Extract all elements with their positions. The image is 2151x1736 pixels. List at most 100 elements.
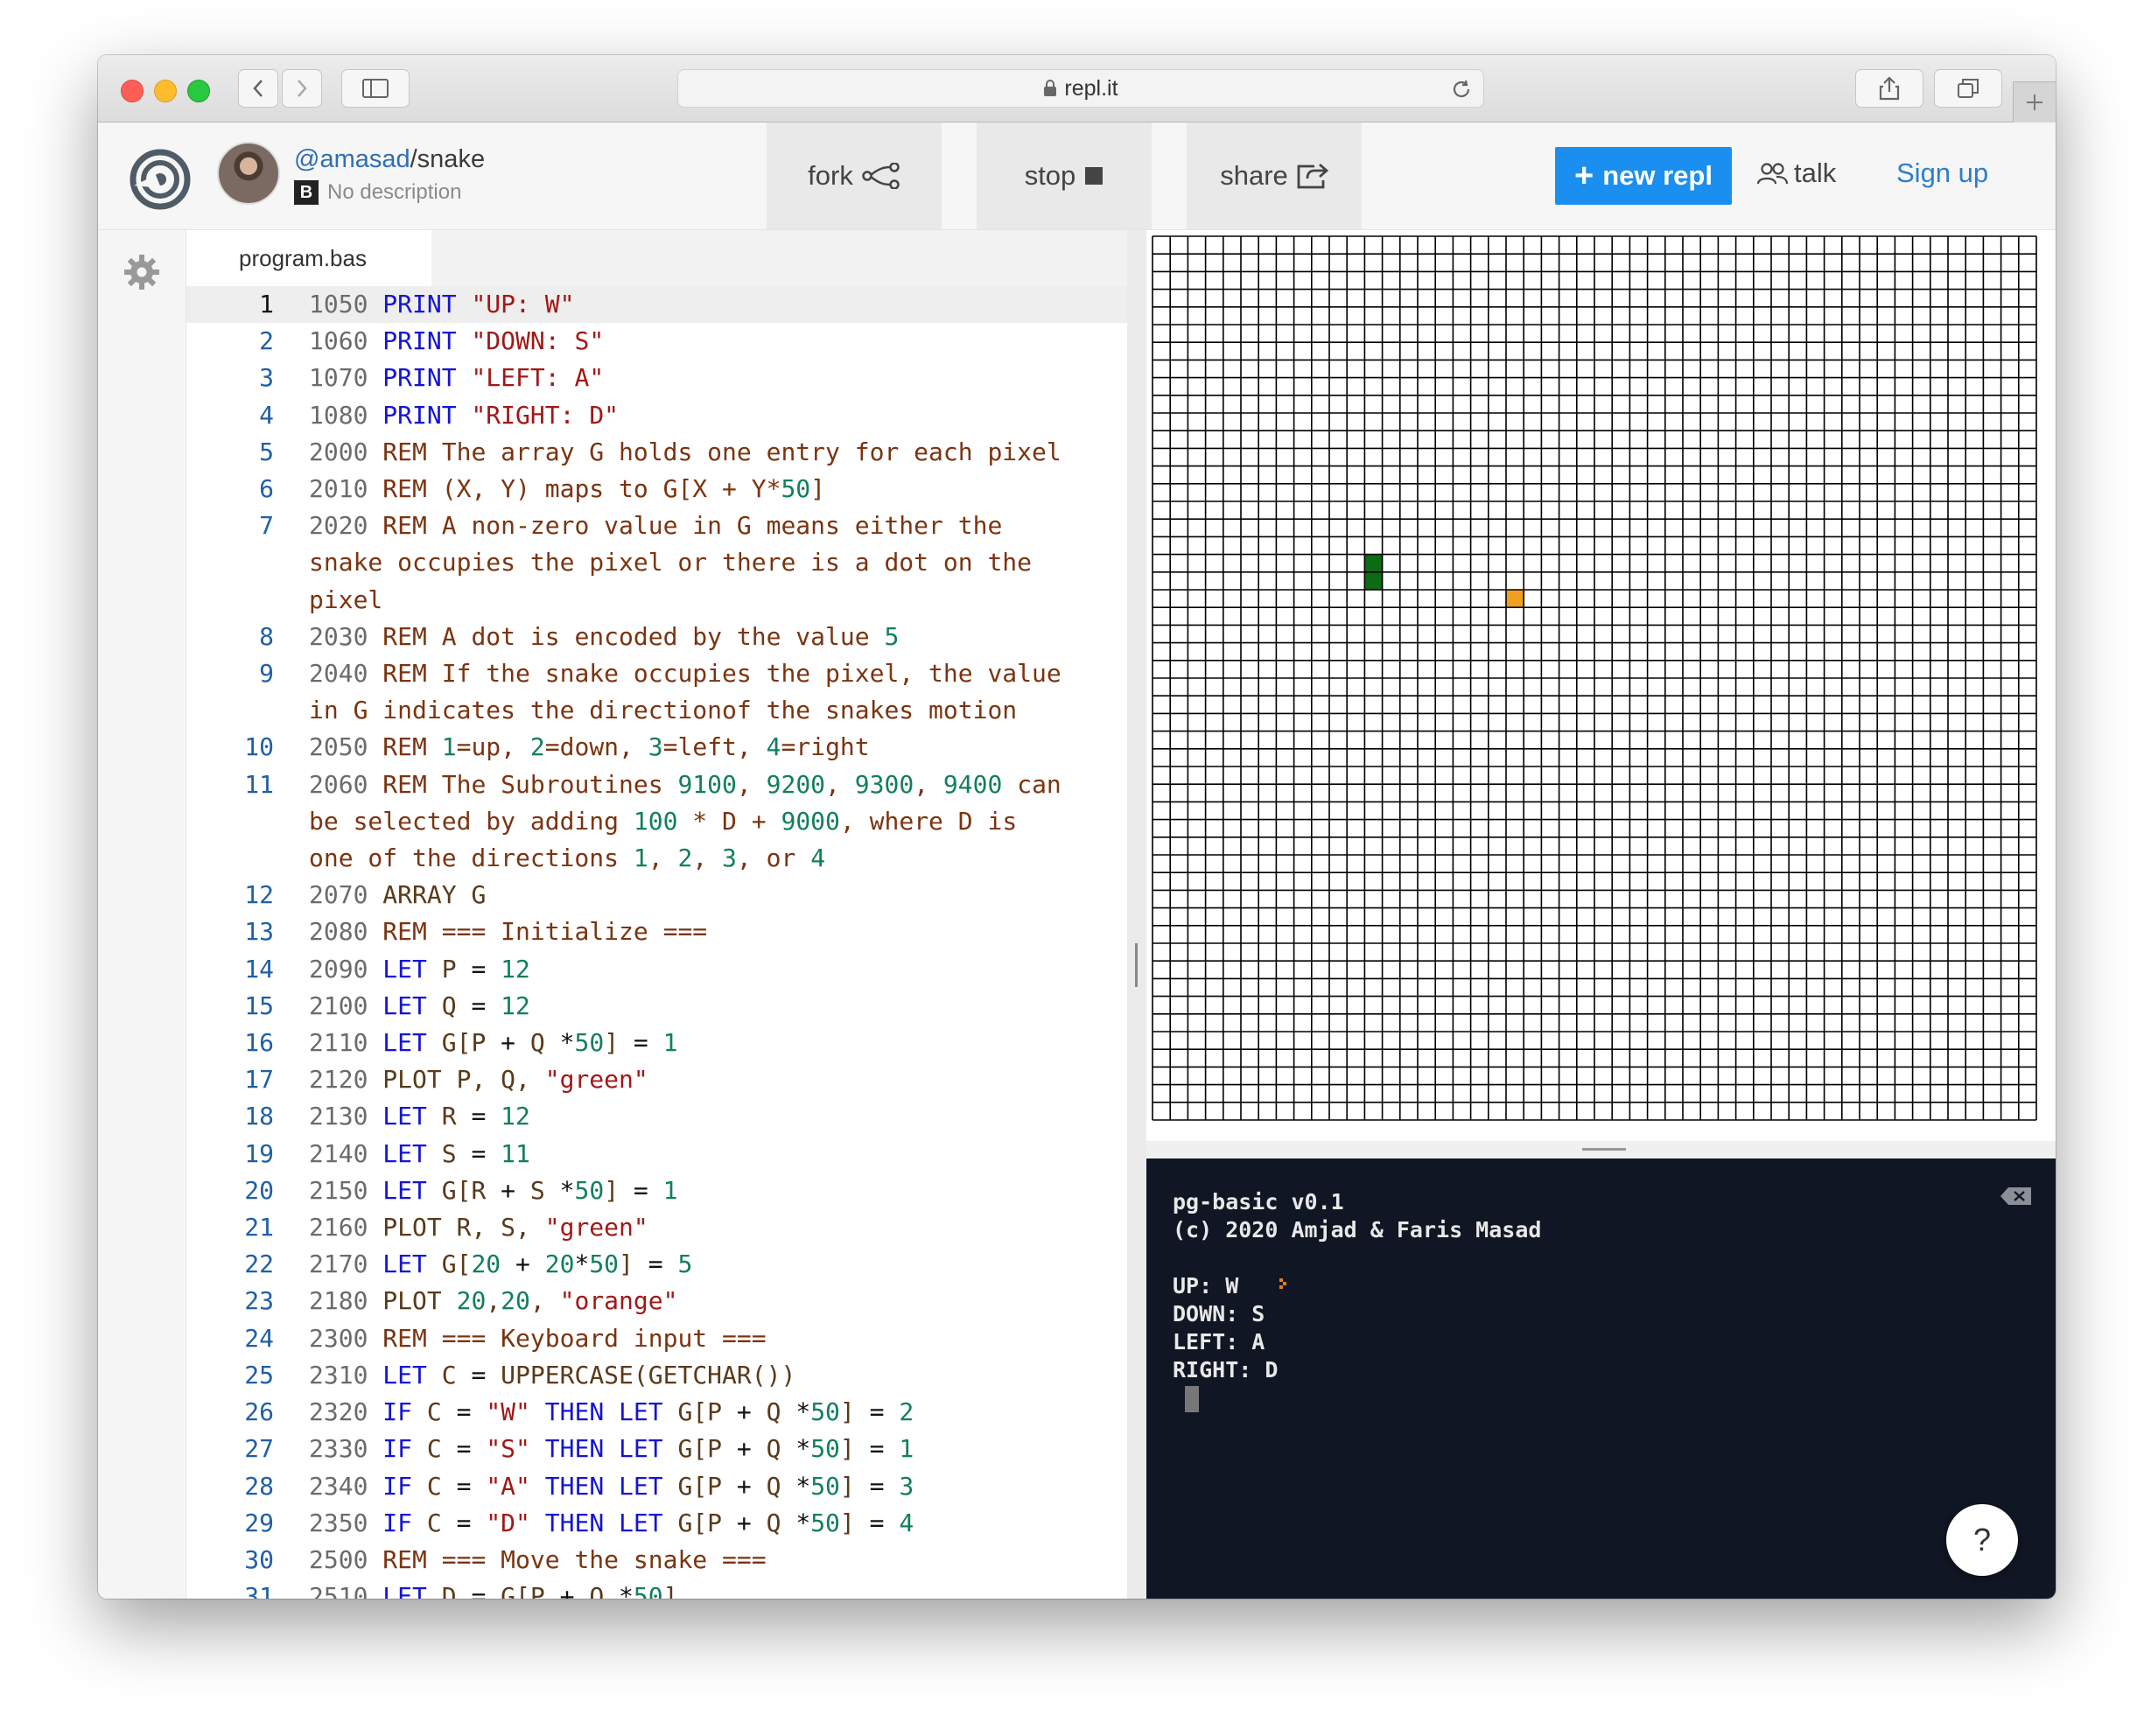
code-line[interactable]: 1 1050 PRINT "UP: W" [186, 286, 1193, 324]
code-text[interactable]: 2050 REM 1=up, 2=down, 3=left, 4=right [309, 729, 1070, 766]
code-text[interactable]: 2150 LET G[R + S *50] = 1 [309, 1172, 1070, 1209]
code-text[interactable]: 2500 REM === Move the snake === [309, 1542, 1070, 1578]
description-text[interactable]: No description [327, 180, 461, 205]
code-line[interactable]: 16 2110 LET G[P + Q *50] = 1 [186, 1025, 1193, 1061]
code-line[interactable]: 3 1070 PRINT "LEFT: A" [186, 360, 1193, 396]
replit-logo-icon[interactable] [130, 149, 191, 210]
code-text[interactable]: 2080 REM === Initialize === [309, 914, 1070, 950]
zoom-window-button[interactable] [187, 80, 210, 102]
code-line[interactable]: 27 2330 IF C = "S" THEN LET G[P + Q *50] … [186, 1431, 1193, 1467]
help-button[interactable]: ? [1946, 1504, 2018, 1576]
code-text[interactable]: 1060 PRINT "DOWN: S" [309, 323, 1070, 360]
code-line[interactable]: 8 2030 REM A dot is encoded by the value … [186, 619, 1193, 655]
file-tab-program-bas[interactable]: program.bas [186, 230, 431, 286]
new-repl-button[interactable]: + new repl [1555, 147, 1732, 205]
clear-console-icon[interactable] [2000, 1186, 2033, 1206]
minimize-window-button[interactable] [154, 80, 177, 102]
code-text[interactable]: 2110 LET G[P + Q *50] = 1 [309, 1025, 1070, 1061]
code-text[interactable]: 2090 LET P = 12 [309, 951, 1070, 988]
address-bar[interactable]: repl.it [677, 69, 1484, 108]
code-text[interactable]: 2100 LET Q = 12 [309, 988, 1070, 1025]
sign-up-link[interactable]: Sign up [1896, 158, 1988, 189]
code-line[interactable]: 4 1080 PRINT "RIGHT: D" [186, 397, 1193, 434]
code-editor[interactable]: 1 1050 PRINT "UP: W" 2 1060 PRINT "DOWN: S"… [186, 286, 1233, 1599]
code-line[interactable]: 21 2160 PLOT R, S, "green" [186, 1209, 1193, 1246]
code-text[interactable]: 2070 ARRAY G [309, 877, 1070, 914]
code-line[interactable]: 2 1060 PRINT "DOWN: S" [186, 323, 1193, 360]
user-avatar[interactable] [217, 142, 280, 205]
forward-button[interactable] [282, 69, 322, 108]
code-text[interactable]: 2320 IF C = "W" THEN LET G[P + Q *50] = … [309, 1394, 1070, 1431]
stop-button[interactable]: stop [977, 122, 1152, 229]
console-panel[interactable]: pg-basic v0.1 (c) 2020 Amjad & Faris Mas… [1146, 1158, 2056, 1599]
new-tab-button[interactable] [2013, 81, 2056, 122]
code-line[interactable]: 30 2500 REM === Move the snake === [186, 1542, 1193, 1578]
share-button[interactable]: share [1187, 122, 1362, 229]
tabs-overview-button[interactable] [1934, 69, 2002, 108]
console-input-line[interactable] [1173, 1384, 1541, 1412]
repl-name[interactable]: /snake [410, 145, 485, 173]
code-line[interactable]: 20 2150 LET G[R + S *50] = 1 [186, 1172, 1193, 1209]
code-line[interactable]: 11 2060 REM The Subroutines 9100, 9200, 9… [186, 766, 1193, 878]
code-line[interactable]: 13 2080 REM === Initialize === [186, 914, 1193, 950]
line-number: 22 [244, 1250, 274, 1279]
code-line[interactable]: 17 2120 PLOT P, Q, "green" [186, 1061, 1193, 1098]
code-line[interactable]: 5 2000 REM The array G holds one entry fo… [186, 434, 1193, 471]
code-text[interactable]: 2040 REM If the snake occupies the pixel… [309, 655, 1070, 729]
code-token: THEN LET [544, 1434, 678, 1464]
settings-gear-icon[interactable] [123, 253, 161, 291]
code-line[interactable]: 9 2040 REM If the snake occupies the pixe… [186, 655, 1193, 729]
back-button[interactable] [238, 69, 278, 108]
code-lines[interactable]: 1 1050 PRINT "UP: W" 2 1060 PRINT "DOWN: S"… [186, 286, 1193, 1599]
code-text[interactable]: 1080 PRINT "RIGHT: D" [309, 397, 1070, 434]
code-text[interactable]: 2350 IF C = "D" THEN LET G[P + Q *50] = … [309, 1505, 1070, 1542]
user-link[interactable]: @amasad [294, 145, 410, 173]
code-line[interactable]: 7 2020 REM A non-zero value in G means ei… [186, 508, 1193, 619]
horizontal-pane-splitter[interactable] [1146, 1141, 2056, 1158]
code-text[interactable]: 2510 LET D = G[P + Q *50] [309, 1578, 1070, 1599]
code-text[interactable]: 2020 REM A non-zero value in G means eit… [309, 508, 1070, 619]
vertical-pane-splitter[interactable] [1127, 230, 1146, 1599]
share-page-button[interactable] [1855, 69, 1923, 108]
code-text[interactable]: 2180 PLOT 20,20, "orange" [309, 1283, 1070, 1320]
code-line[interactable]: 28 2340 IF C = "A" THEN LET G[P + Q *50] … [186, 1468, 1193, 1505]
code-text[interactable]: 2160 PLOT R, S, "green" [309, 1209, 1070, 1246]
code-text[interactable]: 1050 PRINT "UP: W" [309, 286, 1070, 323]
reload-icon[interactable] [1450, 78, 1473, 101]
code-text[interactable]: 2300 REM === Keyboard input === [309, 1320, 1070, 1357]
code-text[interactable]: 2340 IF C = "A" THEN LET G[P + Q *50] = … [309, 1468, 1070, 1505]
code-line[interactable]: 10 2050 REM 1=up, 2=down, 3=left, 4=right [186, 729, 1193, 766]
code-text[interactable]: 2130 LET R = 12 [309, 1098, 1070, 1135]
code-line[interactable]: 24 2300 REM === Keyboard input === [186, 1320, 1193, 1357]
code-text[interactable]: 2310 LET C = UPPERCASE(GETCHAR()) [309, 1357, 1070, 1394]
code-text[interactable]: 2030 REM A dot is encoded by the value 5 [309, 619, 1070, 655]
code-line[interactable]: 25 2310 LET C = UPPERCASE(GETCHAR()) [186, 1357, 1193, 1394]
code-text[interactable]: 2330 IF C = "S" THEN LET G[P + Q *50] = … [309, 1431, 1070, 1467]
code-text[interactable]: 2010 REM (X, Y) maps to G[X + Y*50] [309, 471, 1070, 508]
code-text[interactable]: 2060 REM The Subroutines 9100, 9200, 930… [309, 766, 1070, 878]
code-line[interactable]: 19 2140 LET S = 11 [186, 1136, 1193, 1172]
splitter-grip[interactable] [1582, 1148, 1626, 1151]
code-line[interactable]: 14 2090 LET P = 12 [186, 951, 1193, 988]
code-text[interactable]: 2120 PLOT P, Q, "green" [309, 1061, 1070, 1098]
code-line[interactable]: 26 2320 IF C = "W" THEN LET G[P + Q *50] … [186, 1394, 1193, 1431]
code-line[interactable]: 29 2350 IF C = "D" THEN LET G[P + Q *50] … [186, 1505, 1193, 1542]
close-window-button[interactable] [121, 80, 144, 102]
code-text[interactable]: 2170 LET G[20 + 20*50] = 5 [309, 1246, 1070, 1283]
code-token: * [574, 1250, 590, 1279]
code-line[interactable]: 31 2510 LET D = G[P + Q *50] [186, 1578, 1193, 1599]
code-text[interactable]: 2000 REM The array G holds one entry for… [309, 434, 1070, 471]
code-line[interactable]: 12 2070 ARRAY G [186, 877, 1193, 914]
code-text[interactable]: 2140 LET S = 11 [309, 1136, 1070, 1172]
splitter-grip[interactable] [1135, 943, 1138, 987]
code-line[interactable]: 23 2180 PLOT 20,20, "orange" [186, 1283, 1193, 1320]
code-line[interactable]: 6 2010 REM (X, Y) maps to G[X + Y*50] [186, 471, 1193, 508]
sidebar-toggle-button[interactable] [341, 69, 410, 108]
code-line[interactable]: 18 2130 LET R = 12 [186, 1098, 1193, 1135]
browser-toolbar: repl.it [98, 55, 2056, 122]
talk-link[interactable]: talk [1757, 158, 1836, 189]
fork-button[interactable]: fork [767, 122, 942, 229]
code-line[interactable]: 22 2170 LET G[20 + 20*50] = 5 [186, 1246, 1193, 1283]
code-line[interactable]: 15 2100 LET Q = 12 [186, 988, 1193, 1025]
code-text[interactable]: 1070 PRINT "LEFT: A" [309, 360, 1070, 396]
